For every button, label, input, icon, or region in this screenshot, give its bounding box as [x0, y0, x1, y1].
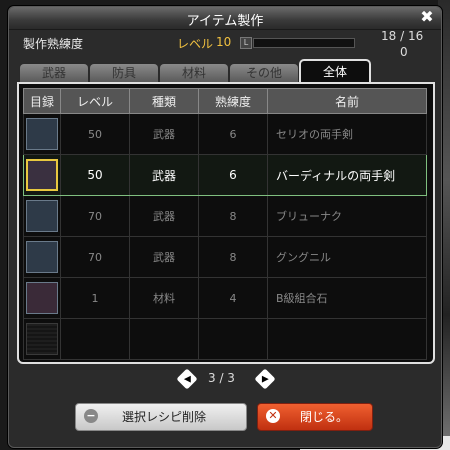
remove-recipe-label: 選択レシピ削除	[122, 410, 207, 424]
chevron-left-icon: ◀	[183, 373, 191, 384]
dark-sword-icon	[26, 118, 58, 150]
recipe-count: 18 / 16	[381, 29, 424, 43]
level-value: 10	[216, 35, 232, 49]
exp-icon: L	[240, 37, 252, 49]
row-type: 武器	[129, 113, 199, 155]
close-label: 閉じる。	[300, 410, 349, 424]
table-row-empty	[23, 318, 427, 360]
window-title: アイテム製作	[186, 14, 264, 29]
row-level: 50	[60, 113, 130, 155]
row-level: 50	[60, 154, 130, 196]
minus-icon: −	[84, 409, 98, 423]
row-type: 材料	[129, 277, 199, 319]
row-level: 70	[60, 195, 130, 237]
row-type: 武器	[129, 154, 199, 196]
table-row[interactable]: 70 武器 8 グングニル	[23, 236, 427, 278]
row-level: 1	[60, 277, 130, 319]
ore-icon	[26, 282, 58, 314]
column-header-type: 種類	[129, 88, 199, 114]
column-header-level: レベル	[60, 88, 130, 114]
row-skill: 6	[198, 113, 268, 155]
row-level: 70	[60, 236, 130, 278]
empty-slot	[26, 323, 58, 355]
row-name: セリオの両手剣	[267, 113, 427, 155]
row-name: B級組合石	[267, 277, 427, 319]
category-tabs: 武器 防具 材料 その他 全体	[9, 59, 441, 83]
spear-icon	[26, 200, 58, 232]
item-craft-window: アイテム製作 ✖ 製作熟練度 レベル 10 L 18 / 16 0 武器 防具 …	[8, 6, 442, 448]
titlebar[interactable]: アイテム製作 ✖	[9, 7, 441, 30]
level-label: レベル	[177, 37, 214, 51]
row-skill: 4	[198, 277, 268, 319]
column-header-name: 名前	[267, 88, 427, 114]
ornate-sword-icon	[26, 159, 58, 191]
chevron-right-icon: ▶	[261, 373, 269, 384]
row-skill: 8	[198, 195, 268, 237]
tab-other[interactable]: その他	[229, 63, 299, 82]
prev-page-button[interactable]: ◀	[176, 368, 198, 390]
row-name: バーディナルの両手剣	[267, 154, 427, 196]
close-icon[interactable]: ✖	[419, 9, 435, 25]
row-skill: 6	[198, 154, 268, 196]
column-header-skill: 熟練度	[198, 88, 268, 114]
close-button[interactable]: ✕ 閉じる。	[257, 403, 373, 431]
tab-material[interactable]: 材料	[159, 63, 229, 82]
recipe-count-sub: 0	[400, 45, 408, 59]
table-row-selected[interactable]: 50 武器 6 バーディナルの両手剣	[23, 154, 427, 196]
remove-recipe-button[interactable]: − 選択レシピ削除	[75, 403, 247, 431]
pager: ◀ 3 / 3 ▶	[9, 368, 441, 390]
tab-weapon[interactable]: 武器	[19, 63, 89, 82]
page-indicator: 3 / 3	[208, 371, 235, 385]
column-header-icon: 目録	[23, 88, 61, 114]
row-type: 武器	[129, 236, 199, 278]
table-row[interactable]: 50 武器 6 セリオの両手剣	[23, 113, 427, 155]
tab-all[interactable]: 全体	[299, 59, 371, 83]
row-skill: 8	[198, 236, 268, 278]
spear-icon	[26, 241, 58, 273]
next-page-button[interactable]: ▶	[254, 368, 276, 390]
close-x-icon: ✕	[266, 409, 280, 423]
tab-armor[interactable]: 防具	[89, 63, 159, 82]
row-name: ブリューナク	[267, 195, 427, 237]
row-type: 武器	[129, 195, 199, 237]
table-row[interactable]: 1 材料 4 B級組合石	[23, 277, 427, 319]
table-row[interactable]: 70 武器 8 ブリューナク	[23, 195, 427, 237]
recipe-table: 目録 レベル 種類 熟練度 名前 50 武器 6 セリオの両手剣 50 武器 6…	[23, 88, 427, 360]
row-name: グングニル	[267, 236, 427, 278]
exp-bar	[253, 38, 355, 48]
recipe-list-panel: 目録 レベル 種類 熟練度 名前 50 武器 6 セリオの両手剣 50 武器 6…	[17, 82, 435, 364]
skill-label: 製作熟練度	[23, 37, 84, 51]
